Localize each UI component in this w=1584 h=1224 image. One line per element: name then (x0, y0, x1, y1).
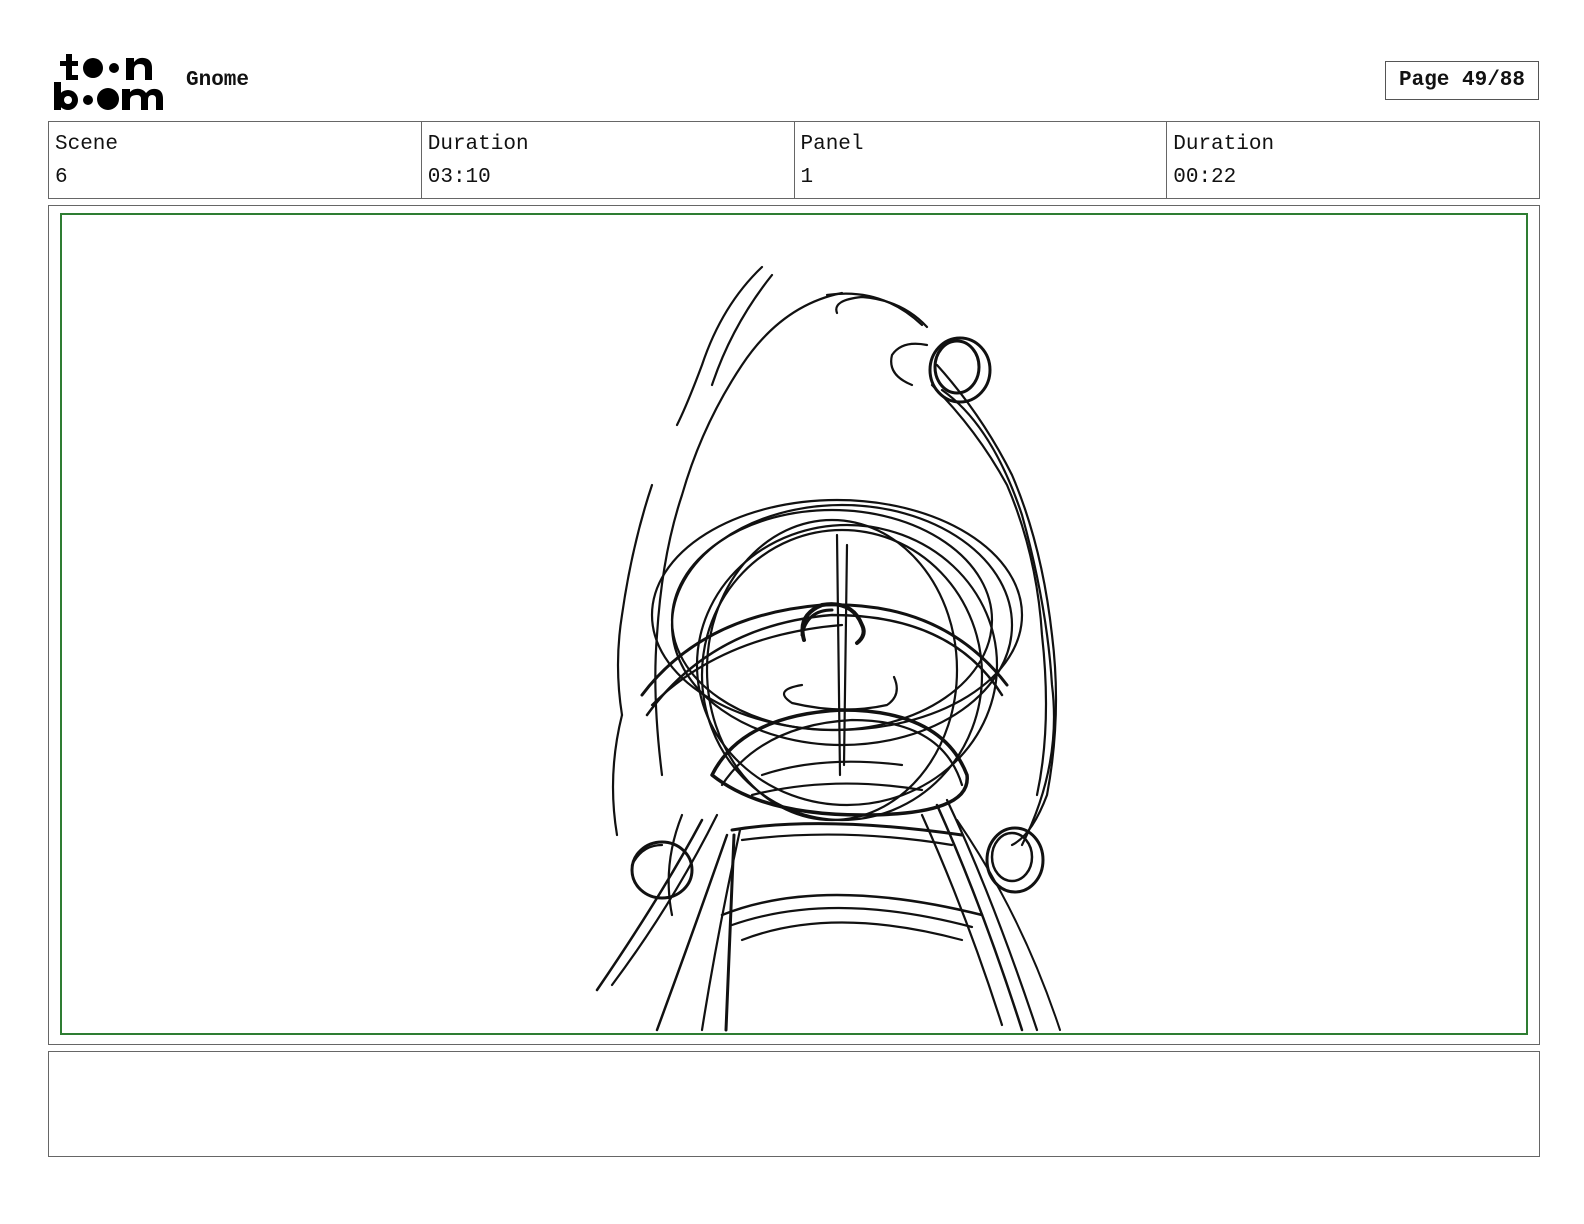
panel-duration-label: Duration (1173, 133, 1275, 156)
scene-duration-label: Duration (427, 133, 529, 156)
scene-cell: Scene 6 (49, 122, 422, 198)
panel-duration-cell: Duration 00:22 (1167, 122, 1539, 198)
storyboard-panel (48, 205, 1540, 1045)
scene-duration-value: 03:10 (427, 166, 491, 189)
page-number: Page 49/88 (1385, 61, 1539, 100)
panel-label: Panel (800, 133, 864, 156)
scene-value: 6 (55, 166, 68, 189)
scene-info-table: Scene 6 Duration 03:10 Panel 1 Duration … (48, 121, 1540, 199)
scene-label: Scene (55, 133, 119, 156)
panel-duration-value: 00:22 (1173, 166, 1237, 189)
gnome-sketch (595, 265, 1061, 1032)
project-title: Gnome (186, 69, 250, 92)
panel-cell: Panel 1 (795, 122, 1168, 198)
scene-duration-cell: Duration 03:10 (422, 122, 795, 198)
panel-value: 1 (800, 166, 814, 189)
safe-frame (60, 213, 1528, 1035)
toon-boom-logo (54, 54, 163, 110)
panel-notes (48, 1051, 1540, 1157)
